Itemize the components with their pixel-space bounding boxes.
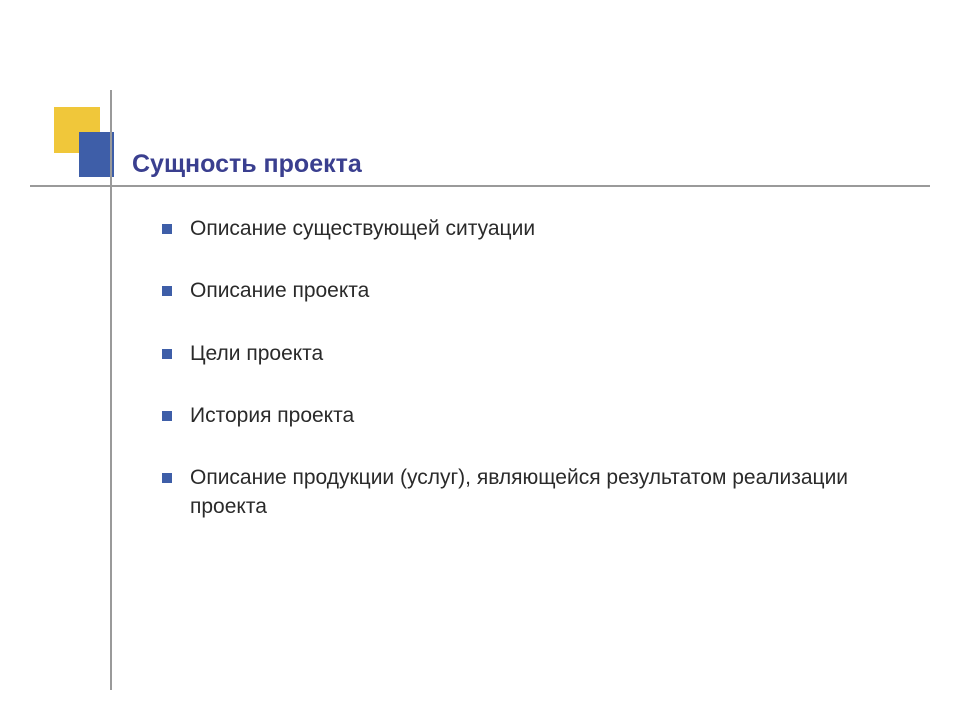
bullet-icon: [162, 411, 172, 421]
bullet-icon: [162, 286, 172, 296]
list-item: Описание проекта: [162, 277, 880, 305]
bullet-text: Цели проекта: [190, 340, 880, 368]
list-item: История проекта: [162, 402, 880, 430]
slide-title: Сущность проекта: [132, 150, 362, 179]
list-item: Цели проекта: [162, 340, 880, 368]
bullet-text: Описание проекта: [190, 277, 880, 305]
bullet-icon: [162, 473, 172, 483]
list-item: Описание существующей ситуации: [162, 215, 880, 243]
slide-decoration: [54, 107, 114, 175]
horizontal-divider: [30, 185, 930, 187]
vertical-divider: [110, 90, 112, 690]
bullet-list: Описание существующей ситуации Описание …: [162, 215, 880, 555]
bullet-text: История проекта: [190, 402, 880, 430]
bullet-text: Описание продукции (услуг), являющейся р…: [190, 464, 880, 521]
bullet-icon: [162, 349, 172, 359]
bullet-text: Описание существующей ситуации: [190, 215, 880, 243]
list-item: Описание продукции (услуг), являющейся р…: [162, 464, 880, 521]
bullet-icon: [162, 224, 172, 234]
blue-square-icon: [79, 132, 114, 177]
